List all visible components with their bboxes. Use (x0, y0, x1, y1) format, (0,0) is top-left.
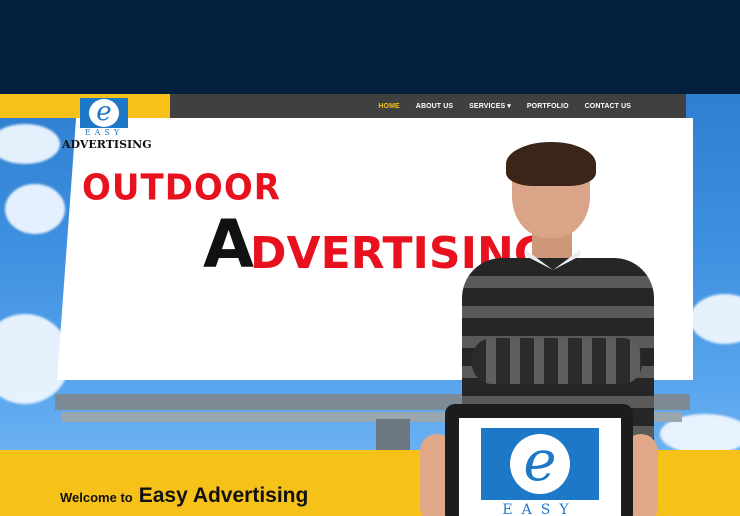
nav-portfolio[interactable]: PORTFOLIO (527, 103, 569, 110)
welcome-heading: Welcome to Easy Advertising (60, 484, 308, 508)
nav-services[interactable]: SERVICES ▾ (469, 102, 511, 110)
cloud (690, 294, 740, 344)
logo-letter: e (89, 99, 119, 127)
logo-subtext: EASY (80, 128, 128, 138)
top-navbar: HOME ABOUT US SERVICES ▾ PORTFOLIO CONTA… (170, 94, 686, 118)
tablet-logo: e (481, 428, 599, 500)
tablet-logo-letter: e (510, 434, 570, 494)
tablet-device: e EASY (445, 404, 633, 516)
tablet-logo-text: EASY (502, 502, 578, 516)
hair (506, 142, 596, 186)
logo-wordmark: ADVERTISING (62, 138, 152, 151)
welcome-prefix: Welcome to (60, 490, 133, 505)
cloud (0, 124, 60, 164)
nav-contact-us[interactable]: CONTACT US (585, 103, 631, 110)
headline-outdoor: OUTDOOR (82, 167, 281, 209)
nav-about-us[interactable]: ABOUT US (416, 103, 453, 110)
welcome-title: Easy Advertising (138, 484, 309, 507)
cloud (5, 184, 65, 234)
tablet-screen: e EASY (459, 418, 621, 516)
hero-banner: OUTDOOR A DVERTISING Welcome to Easy Adv… (0, 94, 740, 516)
headline-advertising-initial: A (203, 206, 255, 283)
nav-home[interactable]: HOME (378, 103, 399, 110)
crossed-arms (472, 338, 642, 384)
main-nav: HOME ABOUT US SERVICES ▾ PORTFOLIO CONTA… (378, 94, 631, 118)
